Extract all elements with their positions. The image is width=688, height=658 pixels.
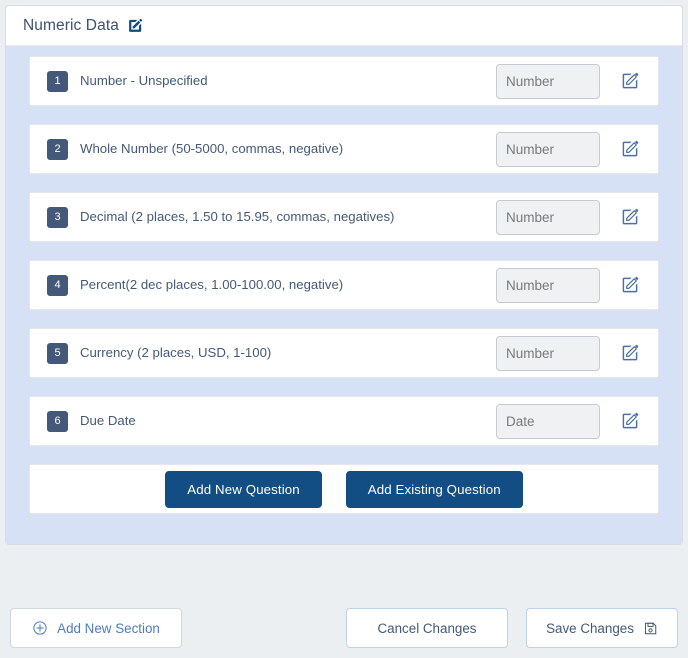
question-answer-input[interactable] [496,131,600,167]
edit-square-pencil-icon[interactable] [614,133,646,165]
question-number-badge: 6 [47,410,68,432]
edit-square-pencil-icon[interactable] [614,201,646,233]
question-label: Whole Number (50-5000, commas, negative) [80,141,344,157]
section-header: Numeric Data [6,6,682,46]
question-number-badge: 1 [47,70,68,92]
question-list: 1 Number - Unspecified 2 Whole Number (50-5… [29,56,659,446]
save-changes-label: Save Changes [546,620,634,636]
add-new-question-button[interactable]: Add New Question [165,470,322,508]
add-question-bar: Add New Question Add Existing Question [29,464,659,514]
edit-square-pencil-icon[interactable] [614,65,646,97]
question-number-badge: 3 [47,206,68,228]
edit-square-pencil-icon[interactable] [127,17,145,35]
question-row: 4 Percent(2 dec places, 1.00-100.00, nega… [29,260,659,310]
edit-square-pencil-icon[interactable] [614,337,646,369]
save-changes-button[interactable]: Save Changes [526,608,678,648]
question-number-badge: 5 [47,342,68,364]
edit-square-pencil-icon[interactable] [614,405,646,437]
cancel-changes-button[interactable]: Cancel Changes [346,608,508,648]
question-answer-input[interactable] [496,267,600,303]
question-number-badge: 4 [47,274,68,296]
plus-circle-icon [32,620,48,636]
add-existing-question-button[interactable]: Add Existing Question [345,470,523,508]
section-title: Numeric Data [23,16,119,34]
floppy-disk-save-icon [643,621,658,636]
question-row: 5 Currency (2 places, USD, 1-100) [29,328,659,378]
footer-right-group: Cancel Changes Save Changes [346,608,678,648]
question-row: 1 Number - Unspecified [29,56,659,106]
question-answer-input[interactable] [496,63,600,99]
question-label: Due Date [80,413,136,429]
question-answer-input[interactable] [496,199,600,235]
question-answer-input[interactable] [496,335,600,371]
section-card: Numeric Data 1 Number - Unspecified 2 Whole… [5,5,683,545]
question-row: 3 Decimal (2 places, 1.50 to 15.95, comma… [29,192,659,242]
question-answer-input[interactable] [496,403,600,439]
question-label: Currency (2 places, USD, 1-100) [80,345,272,361]
question-row: 2 Whole Number (50-5000, commas, negative… [29,124,659,174]
edit-square-pencil-icon[interactable] [614,269,646,301]
question-label: Percent(2 dec places, 1.00-100.00, negat… [80,277,344,293]
cancel-changes-label: Cancel Changes [377,620,477,636]
footer-actions: Add New Section Cancel Changes Save Chan… [0,598,688,658]
section-body: 1 Number - Unspecified 2 Whole Number (50-5… [6,46,682,544]
add-new-section-label: Add New Section [57,620,160,636]
question-number-badge: 2 [47,138,68,160]
question-label: Number - Unspecified [80,73,208,89]
question-label: Decimal (2 places, 1.50 to 15.95, commas… [80,209,395,225]
question-row: 6 Due Date [29,396,659,446]
page-root: Numeric Data 1 Number - Unspecified 2 Whole… [0,0,688,658]
add-new-section-button[interactable]: Add New Section [10,608,182,648]
